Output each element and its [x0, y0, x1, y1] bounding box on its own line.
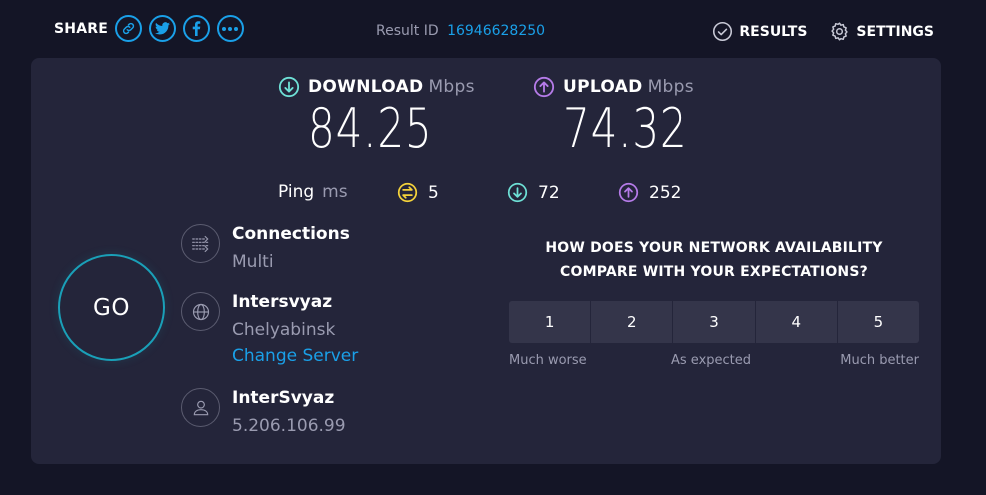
top-bar: SHARE Result ID 16946628250 RESULTS SETT…	[0, 0, 986, 58]
user-icon	[181, 388, 220, 427]
availability-survey: HOW DOES YOUR NETWORK AVAILABILITY COMPA…	[509, 236, 920, 373]
download-label: DOWNLOAD	[308, 77, 424, 97]
result-id-link[interactable]: 16946628250	[447, 23, 545, 39]
gear-icon	[831, 22, 849, 41]
ping-upload: 252	[618, 182, 681, 203]
provider-title: InterSvyaz	[232, 388, 335, 408]
upload-metric: UPLOAD Mbps 74.32	[533, 76, 723, 156]
rating-low-label: Much worse	[509, 353, 587, 368]
server-title: Intersvyaz	[232, 292, 333, 312]
rating-option-1[interactable]: 1	[509, 301, 592, 343]
rating-scale: 1 2 3 4 5	[509, 301, 920, 343]
result-id: Result ID 16946628250	[376, 23, 545, 39]
ping-row: Ping ms 5 72 252	[278, 182, 681, 203]
ping-upload-value: 252	[649, 182, 682, 203]
facebook-icon[interactable]	[182, 15, 210, 42]
survey-question: HOW DOES YOUR NETWORK AVAILABILITY COMPA…	[509, 236, 919, 284]
survey-question-line1: HOW DOES YOUR NETWORK AVAILABILITY	[545, 240, 883, 256]
upload-unit: Mbps	[647, 77, 694, 97]
rating-option-3[interactable]: 3	[673, 301, 756, 343]
rating-option-2[interactable]: 2	[591, 301, 674, 343]
provider-text: InterSvyaz 5.206.106.99	[232, 388, 492, 436]
connections-icon[interactable]	[181, 224, 220, 263]
ping-unit: ms	[322, 182, 348, 202]
rating-mid-label: As expected	[671, 353, 752, 368]
rating-option-4[interactable]: 4	[755, 301, 838, 343]
download-metric: DOWNLOAD Mbps 84.25	[278, 76, 475, 156]
settings-label: SETTINGS	[856, 23, 934, 40]
share-group: SHARE	[54, 15, 251, 42]
ping-download: 72	[507, 182, 560, 203]
provider-ip: 5.206.106.99	[232, 416, 346, 436]
more-icon[interactable]	[216, 15, 244, 42]
rating-option-5[interactable]: 5	[837, 301, 920, 343]
download-arrow-icon	[278, 76, 300, 98]
download-header: DOWNLOAD Mbps	[278, 76, 475, 98]
survey-question-line2: COMPARE WITH YOUR EXPECTATIONS?	[560, 264, 868, 280]
settings-link[interactable]: SETTINGS	[829, 21, 934, 42]
result-panel: DOWNLOAD Mbps 84.25 UPLOAD Mbps 74.32 Pi…	[31, 58, 941, 464]
share-label: SHARE	[54, 20, 108, 37]
upload-arrow-icon	[618, 182, 639, 203]
download-value: 84.25	[308, 97, 433, 160]
change-server-link[interactable]: Change Server	[232, 346, 492, 366]
download-arrow-icon	[507, 182, 528, 203]
ping-idle-icon	[397, 182, 418, 203]
rating-high-label: Much better	[840, 353, 919, 368]
upload-label: UPLOAD	[563, 77, 643, 97]
ping-label: Ping	[278, 182, 315, 202]
go-button[interactable]: GO	[58, 254, 165, 361]
top-nav: RESULTS SETTINGS	[712, 21, 934, 42]
result-id-label: Result ID	[376, 23, 439, 39]
server-location: Chelyabinsk	[232, 320, 336, 340]
globe-icon	[181, 292, 220, 331]
twitter-icon[interactable]	[148, 15, 176, 42]
upload-arrow-icon	[533, 76, 555, 98]
check-circle-icon	[713, 21, 733, 42]
results-link[interactable]: RESULTS	[712, 21, 807, 42]
ping-idle-value: 5	[428, 182, 439, 203]
connections-title: Connections	[232, 224, 350, 244]
rating-labels: Much worse As expected Much better	[509, 353, 919, 373]
upload-header: UPLOAD Mbps	[533, 76, 723, 98]
connections-text: Connections Multi	[232, 224, 492, 272]
ping-download-value: 72	[538, 182, 560, 203]
connections-value: Multi	[232, 252, 274, 272]
download-unit: Mbps	[428, 77, 475, 97]
link-icon[interactable]	[114, 15, 142, 42]
ping-idle: 5	[397, 182, 439, 203]
upload-value: 74.32	[563, 97, 688, 160]
server-text: Intersvyaz Chelyabinsk Change Server	[232, 292, 492, 366]
results-label: RESULTS	[739, 23, 808, 40]
